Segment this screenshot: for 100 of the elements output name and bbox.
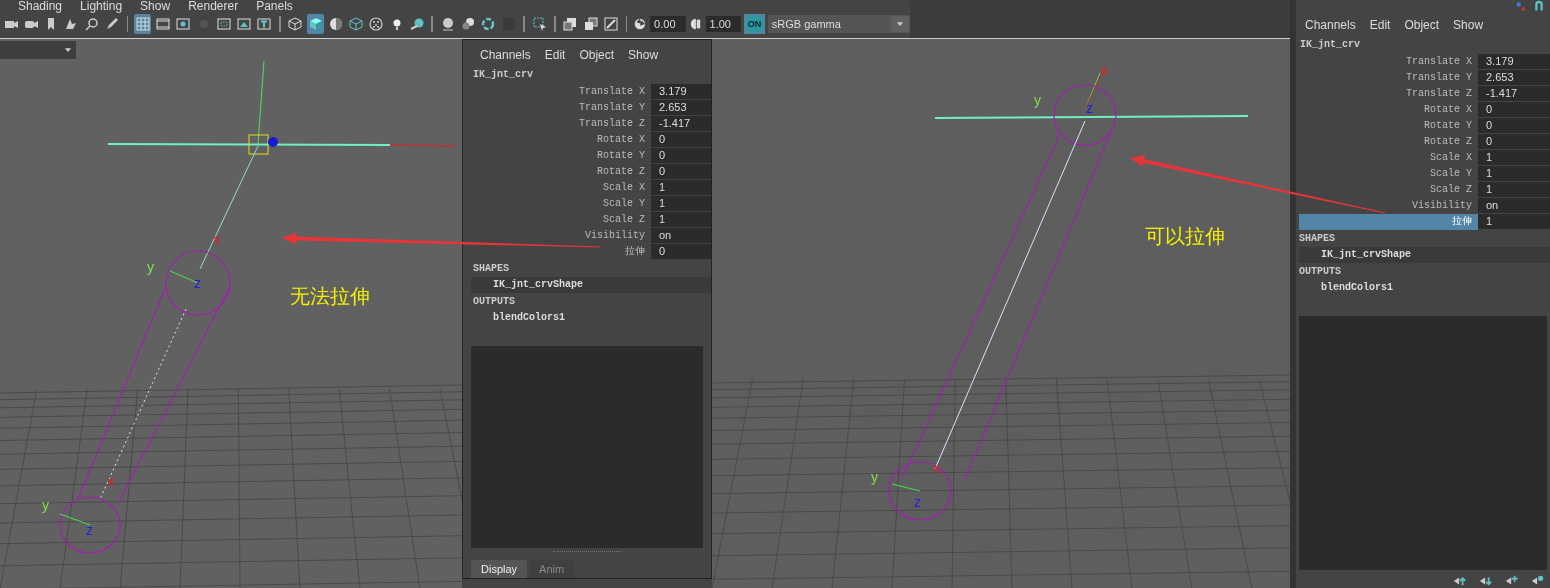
attribute-value-field[interactable]: 1 bbox=[1478, 182, 1550, 198]
cube-button[interactable] bbox=[306, 14, 325, 34]
attribute-value-field[interactable]: 1 bbox=[651, 212, 711, 228]
attribute-label[interactable]: 拉伸 bbox=[1299, 214, 1478, 230]
node-item[interactable]: IK_jnt_crvShape bbox=[1299, 247, 1550, 263]
annotation-text: 可以拉伸 bbox=[1145, 224, 1225, 249]
attribute-label[interactable]: Rotate Z bbox=[1299, 134, 1478, 150]
attribute-label[interactable]: Scale X bbox=[471, 180, 651, 196]
axis-label: x bbox=[933, 460, 940, 476]
axis-label: x bbox=[107, 473, 114, 489]
attribute-value-field[interactable]: 2.653 bbox=[651, 100, 711, 116]
section-header: SHAPES bbox=[1298, 232, 1336, 246]
menu-item[interactable]: Renderer bbox=[188, 0, 239, 12]
gamma-field[interactable]: 1.00 bbox=[705, 16, 742, 32]
node-item[interactable]: blendColors1 bbox=[471, 310, 711, 326]
axis-label: z bbox=[1086, 100, 1093, 116]
attribute-value-field[interactable]: 3.179 bbox=[651, 84, 711, 100]
menu-item[interactable]: Panels bbox=[256, 0, 293, 12]
film-frame-icon bbox=[155, 16, 172, 32]
selection-icon bbox=[531, 16, 548, 32]
node-item[interactable]: IK_jnt_crvShape bbox=[471, 277, 711, 293]
axis-label: z bbox=[86, 522, 93, 538]
attribute-value-field[interactable]: 1 bbox=[1478, 166, 1550, 182]
attribute-value-field[interactable]: 0 bbox=[651, 244, 711, 260]
menu-item[interactable]: Object bbox=[579, 46, 615, 64]
attribute-value-field[interactable]: 1 bbox=[1478, 150, 1550, 166]
menu-item[interactable]: Edit bbox=[1369, 16, 1391, 34]
attribute-value-field[interactable]: 1 bbox=[1478, 214, 1550, 230]
attribute-value-field[interactable]: 0 bbox=[1478, 102, 1550, 118]
sphere-icon bbox=[408, 16, 425, 32]
half-circle-icon bbox=[688, 16, 703, 32]
attribute-value-field[interactable]: -1.417 bbox=[1478, 86, 1550, 102]
attribute-value-field[interactable]: 0 bbox=[1478, 118, 1550, 134]
axis-label: y bbox=[1034, 92, 1041, 108]
object-name: IK_jnt_crv bbox=[1299, 38, 1361, 52]
attribute-label[interactable]: Rotate Y bbox=[1299, 118, 1478, 134]
menu-item[interactable]: Show bbox=[628, 46, 659, 64]
attribute-label[interactable]: 拉伸 bbox=[471, 244, 651, 260]
attribute-value-field[interactable]: 0 bbox=[651, 132, 711, 148]
attribute-label[interactable]: Scale X bbox=[1299, 150, 1478, 166]
wireframe-cube-icon bbox=[348, 16, 365, 32]
section-header: SHAPES bbox=[472, 262, 510, 276]
key-dot-icon[interactable] bbox=[1530, 573, 1546, 587]
attribute-label[interactable]: Rotate Z bbox=[471, 164, 651, 180]
layered-squares-icon bbox=[562, 16, 579, 32]
panel-tab[interactable]: Display bbox=[471, 560, 528, 578]
node-item[interactable]: blendColors1 bbox=[1299, 280, 1550, 296]
cube-icon bbox=[307, 16, 324, 32]
menu-item[interactable]: Channels bbox=[1305, 16, 1356, 34]
attribute-value-field[interactable]: 0 bbox=[1478, 134, 1550, 150]
slashed-square-button[interactable] bbox=[602, 14, 620, 34]
attribute-label[interactable]: Translate Z bbox=[471, 116, 651, 132]
attribute-label[interactable]: Visibility bbox=[471, 228, 651, 244]
attribute-label[interactable]: Rotate Y bbox=[471, 148, 651, 164]
color-management-toggle[interactable]: ON bbox=[744, 14, 765, 34]
attribute-label[interactable]: Scale Y bbox=[471, 196, 651, 212]
annotation-text: 无法拉伸 bbox=[290, 284, 370, 309]
menu-item[interactable]: Edit bbox=[544, 46, 566, 64]
attribute-value-field[interactable]: on bbox=[1478, 198, 1550, 214]
attribute-label[interactable]: Translate Y bbox=[471, 100, 651, 116]
menu-item[interactable]: Channels bbox=[480, 46, 531, 64]
axis-label: y bbox=[871, 469, 878, 485]
attribute-value-field[interactable]: 1 bbox=[651, 180, 711, 196]
attribute-value-field[interactable]: 0 bbox=[651, 148, 711, 164]
axis-label: z bbox=[914, 494, 921, 510]
axis-label: x bbox=[213, 231, 220, 247]
attribute-label[interactable]: Rotate X bbox=[1299, 102, 1478, 118]
menu-item[interactable]: Lighting bbox=[80, 0, 123, 12]
half-shaded-sphere-icon bbox=[327, 16, 344, 32]
view-transform-dropdown[interactable]: sRGB gamma bbox=[767, 15, 910, 33]
key-add-icon[interactable] bbox=[1504, 573, 1520, 587]
dotted-sphere-button[interactable] bbox=[367, 14, 385, 34]
attribute-label[interactable]: Translate X bbox=[471, 84, 651, 100]
menu-item[interactable]: Show bbox=[140, 0, 171, 12]
attribute-value-field[interactable]: -1.417 bbox=[651, 116, 711, 132]
menu-item[interactable]: Shading bbox=[18, 0, 63, 12]
attribute-label[interactable]: Translate X bbox=[1299, 54, 1478, 70]
grid-button[interactable] bbox=[134, 14, 152, 34]
attribute-label[interactable]: Rotate X bbox=[471, 132, 651, 148]
wireframe-cube-icon bbox=[287, 16, 304, 32]
attribute-label[interactable]: Visibility bbox=[1299, 198, 1478, 214]
menu-item[interactable]: Object bbox=[1404, 16, 1440, 34]
ring-icon bbox=[480, 16, 497, 32]
attribute-value-field[interactable]: 3.179 bbox=[1478, 54, 1550, 70]
attribute-value-field[interactable]: 2.653 bbox=[1478, 70, 1550, 86]
attribute-label[interactable]: Scale Z bbox=[1299, 182, 1478, 198]
attribute-label[interactable]: Scale Y bbox=[1299, 166, 1478, 182]
attribute-value-field[interactable]: 0 bbox=[651, 164, 711, 180]
attribute-value-field[interactable]: on bbox=[651, 228, 711, 244]
aperture-icon bbox=[633, 16, 648, 32]
attribute-label[interactable]: Scale Z bbox=[471, 212, 651, 228]
attribute-label[interactable]: Translate Y bbox=[1299, 70, 1478, 86]
section-header: OUTPUTS bbox=[1298, 265, 1342, 279]
letter-t-icon bbox=[256, 16, 273, 32]
attribute-label[interactable]: Translate Z bbox=[1299, 86, 1478, 102]
menu-item[interactable]: Show bbox=[1453, 16, 1484, 34]
exposure-field[interactable]: 0.00 bbox=[650, 16, 686, 32]
axis-label: x bbox=[1101, 62, 1108, 78]
magnet-icon bbox=[1532, 0, 1546, 12]
attribute-value-field[interactable]: 1 bbox=[651, 196, 711, 212]
